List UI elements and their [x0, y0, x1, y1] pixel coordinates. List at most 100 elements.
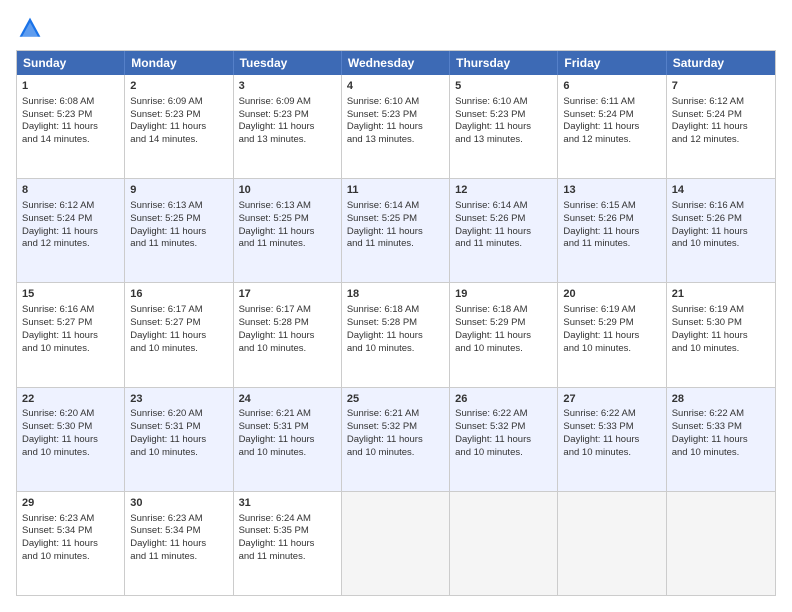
day-info-line: Sunset: 5:23 PM: [130, 109, 227, 122]
day-info-line: Sunrise: 6:19 AM: [672, 304, 770, 317]
day-info-line: and 10 minutes.: [563, 447, 660, 460]
cal-cell: 7Sunrise: 6:12 AMSunset: 5:24 PMDaylight…: [667, 75, 775, 178]
day-info-line: Daylight: 11 hours: [239, 538, 336, 551]
day-number: 23: [130, 392, 227, 407]
cal-header-tuesday: Tuesday: [234, 51, 342, 75]
day-info-line: Sunrise: 6:21 AM: [347, 408, 444, 421]
day-number: 12: [455, 183, 552, 198]
day-info-line: Daylight: 11 hours: [672, 330, 770, 343]
day-info-line: Daylight: 11 hours: [239, 121, 336, 134]
day-info-line: Daylight: 11 hours: [347, 434, 444, 447]
day-info-line: Daylight: 11 hours: [130, 330, 227, 343]
day-number: 18: [347, 287, 444, 302]
day-info-line: Sunrise: 6:16 AM: [22, 304, 119, 317]
calendar-body: 1Sunrise: 6:08 AMSunset: 5:23 PMDaylight…: [17, 75, 775, 595]
cal-week-2: 8Sunrise: 6:12 AMSunset: 5:24 PMDaylight…: [17, 178, 775, 282]
day-number: 13: [563, 183, 660, 198]
day-info-line: Sunrise: 6:16 AM: [672, 200, 770, 213]
day-info-line: and 11 minutes.: [239, 551, 336, 564]
cal-week-1: 1Sunrise: 6:08 AMSunset: 5:23 PMDaylight…: [17, 75, 775, 178]
day-info-line: Daylight: 11 hours: [22, 330, 119, 343]
day-number: 24: [239, 392, 336, 407]
day-info-line: Sunset: 5:23 PM: [455, 109, 552, 122]
day-info-line: Sunset: 5:34 PM: [22, 525, 119, 538]
day-number: 1: [22, 79, 119, 94]
cal-week-5: 29Sunrise: 6:23 AMSunset: 5:34 PMDayligh…: [17, 491, 775, 595]
cal-week-3: 15Sunrise: 6:16 AMSunset: 5:27 PMDayligh…: [17, 282, 775, 386]
day-info-line: and 11 minutes.: [130, 238, 227, 251]
day-number: 11: [347, 183, 444, 198]
day-number: 8: [22, 183, 119, 198]
day-info-line: Sunrise: 6:22 AM: [455, 408, 552, 421]
day-info-line: Sunset: 5:23 PM: [239, 109, 336, 122]
cal-cell: 12Sunrise: 6:14 AMSunset: 5:26 PMDayligh…: [450, 179, 558, 282]
cal-cell: [558, 492, 666, 595]
day-info-line: and 13 minutes.: [455, 134, 552, 147]
day-info-line: Sunset: 5:27 PM: [22, 317, 119, 330]
day-number: 17: [239, 287, 336, 302]
day-number: 16: [130, 287, 227, 302]
day-info-line: and 10 minutes.: [672, 238, 770, 251]
day-info-line: and 11 minutes.: [239, 238, 336, 251]
cal-cell: 11Sunrise: 6:14 AMSunset: 5:25 PMDayligh…: [342, 179, 450, 282]
day-number: 20: [563, 287, 660, 302]
day-info-line: Sunrise: 6:13 AM: [239, 200, 336, 213]
calendar: SundayMondayTuesdayWednesdayThursdayFrid…: [16, 50, 776, 596]
day-info-line: Daylight: 11 hours: [455, 434, 552, 447]
calendar-header-row: SundayMondayTuesdayWednesdayThursdayFrid…: [17, 51, 775, 75]
cal-cell: 13 Sunrise: 6:15 AMSunset: 5:26 PMDayligh…: [558, 179, 666, 282]
day-info-line: Sunset: 5:29 PM: [563, 317, 660, 330]
cal-cell: 21Sunrise: 6:19 AMSunset: 5:30 PMDayligh…: [667, 283, 775, 386]
day-info-line: and 10 minutes.: [130, 343, 227, 356]
cal-cell: 29Sunrise: 6:23 AMSunset: 5:34 PMDayligh…: [17, 492, 125, 595]
day-info-line: Daylight: 11 hours: [130, 538, 227, 551]
day-info-line: Sunrise: 6:10 AM: [455, 96, 552, 109]
day-info-line: and 10 minutes.: [455, 447, 552, 460]
cal-cell: 15Sunrise: 6:16 AMSunset: 5:27 PMDayligh…: [17, 283, 125, 386]
cal-cell: 25Sunrise: 6:21 AMSunset: 5:32 PMDayligh…: [342, 388, 450, 491]
day-number: 7: [672, 79, 770, 94]
day-info-line: and 10 minutes.: [672, 447, 770, 460]
day-number: 6: [563, 79, 660, 94]
cal-header-monday: Monday: [125, 51, 233, 75]
day-info-line: Sunset: 5:26 PM: [455, 213, 552, 226]
cal-cell: 18Sunrise: 6:18 AMSunset: 5:28 PMDayligh…: [342, 283, 450, 386]
day-info-line: and 11 minutes.: [563, 238, 660, 251]
day-info-line: Sunrise: 6:17 AM: [130, 304, 227, 317]
day-info-line: Sunset: 5:31 PM: [130, 421, 227, 434]
day-info-line: Sunrise: 6:15 AM: [563, 200, 660, 213]
day-info-line: Sunset: 5:30 PM: [672, 317, 770, 330]
cal-cell: 30Sunrise: 6:23 AMSunset: 5:34 PMDayligh…: [125, 492, 233, 595]
day-info-line: and 10 minutes.: [347, 447, 444, 460]
day-info-line: Sunrise: 6:22 AM: [563, 408, 660, 421]
day-info-line: Sunset: 5:28 PM: [347, 317, 444, 330]
day-info-line: Sunrise: 6:13 AM: [130, 200, 227, 213]
day-info-line: Sunset: 5:31 PM: [239, 421, 336, 434]
day-info-line: Daylight: 11 hours: [239, 226, 336, 239]
day-info-line: Daylight: 11 hours: [239, 330, 336, 343]
cal-cell: 6Sunrise: 6:11 AMSunset: 5:24 PMDaylight…: [558, 75, 666, 178]
day-info-line: Sunset: 5:30 PM: [22, 421, 119, 434]
day-info-line: Sunset: 5:26 PM: [563, 213, 660, 226]
cal-cell: 2Sunrise: 6:09 AMSunset: 5:23 PMDaylight…: [125, 75, 233, 178]
day-info-line: Sunrise: 6:23 AM: [22, 513, 119, 526]
day-info-line: and 12 minutes.: [672, 134, 770, 147]
day-info-line: Sunrise: 6:09 AM: [239, 96, 336, 109]
cal-cell: 16Sunrise: 6:17 AMSunset: 5:27 PMDayligh…: [125, 283, 233, 386]
day-info-line: and 10 minutes.: [455, 343, 552, 356]
day-info-line: Daylight: 11 hours: [22, 121, 119, 134]
cal-cell: 19Sunrise: 6:18 AMSunset: 5:29 PMDayligh…: [450, 283, 558, 386]
day-info-line: Sunrise: 6:09 AM: [130, 96, 227, 109]
day-info-line: Daylight: 11 hours: [672, 121, 770, 134]
day-info-line: Daylight: 11 hours: [455, 330, 552, 343]
day-info-line: Daylight: 11 hours: [563, 226, 660, 239]
day-info-line: and 10 minutes.: [347, 343, 444, 356]
day-number: 31: [239, 496, 336, 511]
day-info-line: Daylight: 11 hours: [22, 226, 119, 239]
day-info-line: Sunset: 5:26 PM: [672, 213, 770, 226]
day-info-line: and 13 minutes.: [239, 134, 336, 147]
cal-cell: [667, 492, 775, 595]
day-info-line: Sunset: 5:28 PM: [239, 317, 336, 330]
cal-cell: 14Sunrise: 6:16 AMSunset: 5:26 PMDayligh…: [667, 179, 775, 282]
day-info-line: Daylight: 11 hours: [563, 434, 660, 447]
